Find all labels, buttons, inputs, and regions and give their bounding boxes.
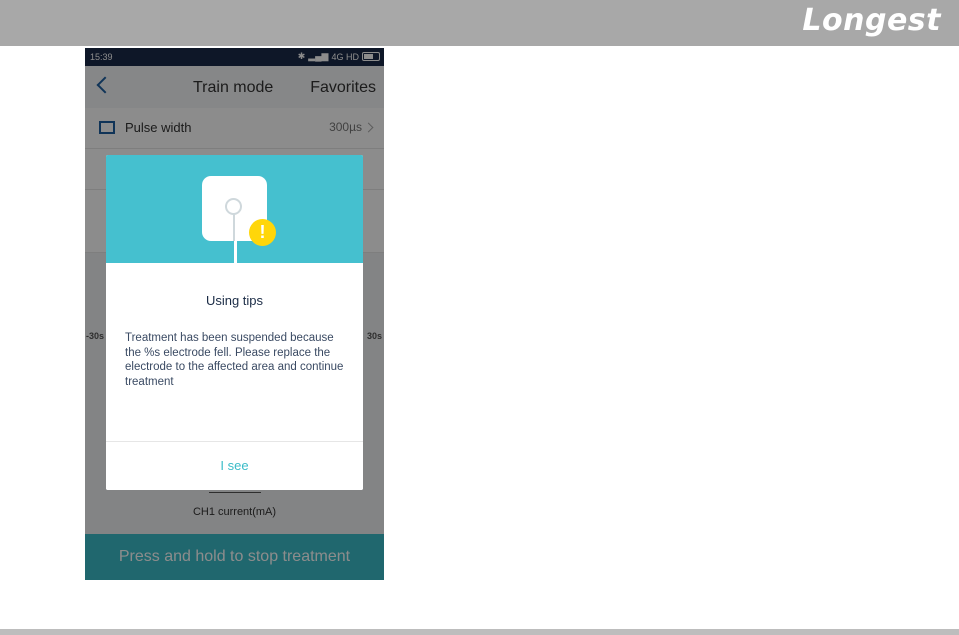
brand-logo: Longest (802, 3, 941, 38)
dialog-title: Using tips (205, 293, 264, 308)
dialog-header: ! (106, 155, 363, 263)
bottom-strip (0, 629, 959, 635)
warning-icon: ! (249, 219, 276, 246)
top-banner: Longest (0, 0, 959, 46)
i-see-button[interactable]: I see (106, 442, 363, 490)
dialog-message: Treatment has been suspended because the… (125, 332, 344, 388)
electrode-ring (225, 198, 242, 215)
phone-screen: 15:39 ✱ ▂▄▆ 4G HD Train mode Favorites P… (85, 48, 384, 580)
tips-dialog: ! Using tips Treatment has been suspende… (106, 155, 363, 490)
electrode-lead (233, 214, 235, 241)
